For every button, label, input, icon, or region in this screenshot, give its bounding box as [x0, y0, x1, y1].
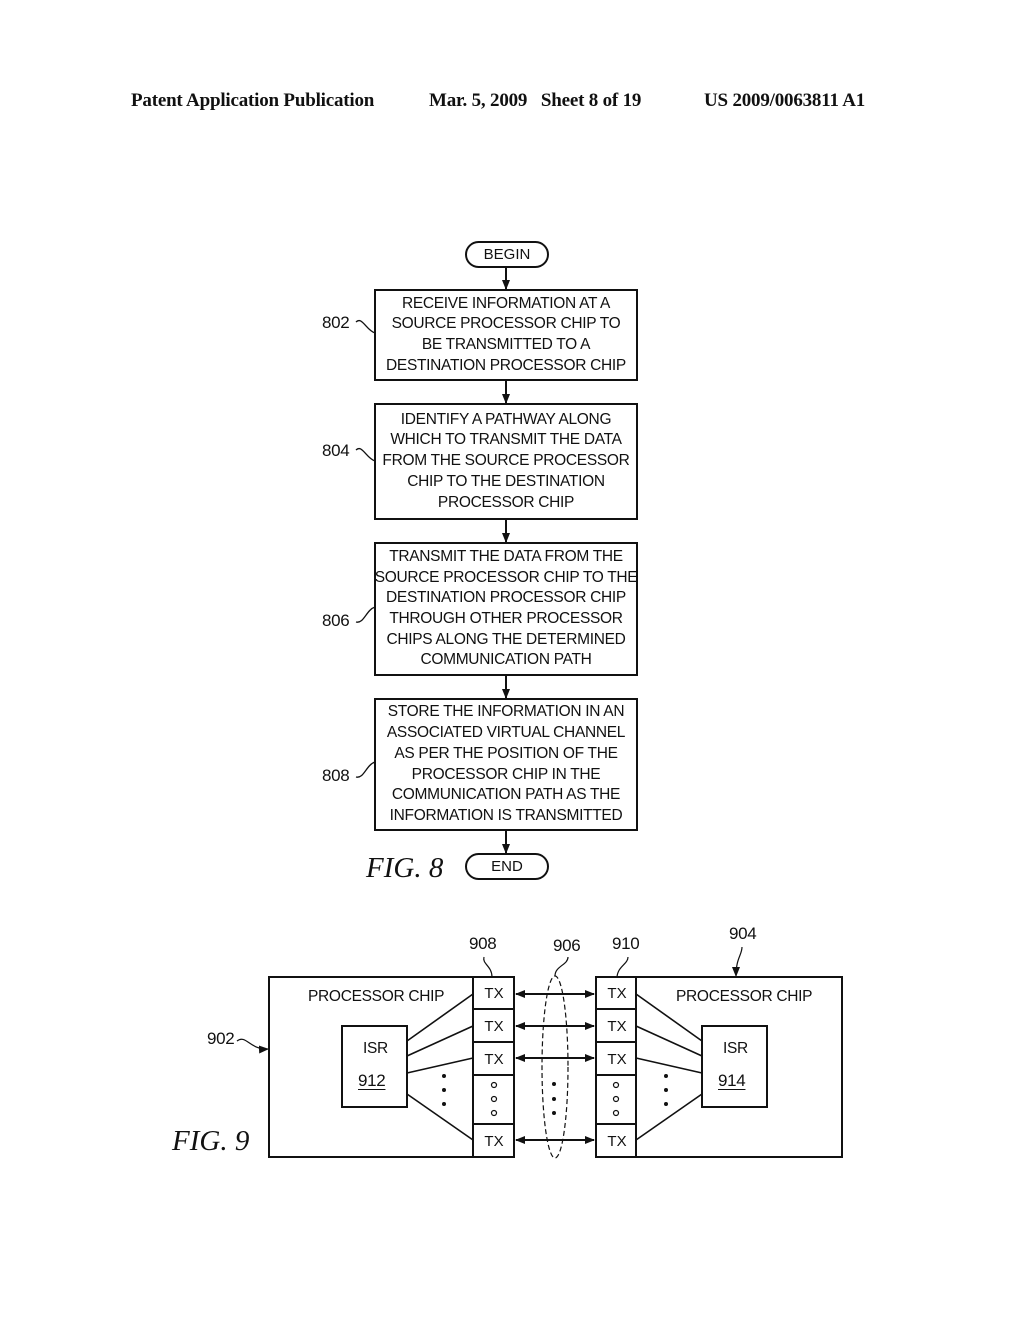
step-line: COMMUNICATION PATH AS THE	[391, 786, 621, 804]
leader-902	[236, 1038, 269, 1054]
leader-804	[355, 447, 376, 462]
left-isr-box	[341, 1025, 408, 1108]
ref-902: 902	[207, 1029, 235, 1048]
ref-910: 910	[612, 934, 640, 953]
step-line: WHICH TO TRANSMIT THE DATA	[390, 431, 622, 449]
leader-910	[616, 956, 629, 978]
step-line: THROUGH OTHER PROCESSOR	[389, 610, 623, 627]
step-802-box: RECEIVE INFORMATION AT A SOURCE PROCESSO…	[374, 289, 638, 381]
ref-804: 804	[322, 441, 350, 460]
left-isr-label: ISR	[363, 1040, 388, 1057]
step-line: PROCESSOR CHIP IN THE	[411, 765, 601, 783]
fig8-caption: FIG. 8	[366, 852, 444, 884]
left-tx-1: TX	[484, 984, 504, 1002]
step-line: ASSOCIATED VIRTUAL CHANNEL	[386, 724, 626, 742]
right-isr-label: ISR	[723, 1040, 748, 1057]
right-isr-box	[701, 1025, 768, 1108]
right-tx-3: TX	[607, 1050, 627, 1068]
right-tx-2: TX	[607, 1017, 627, 1035]
step-line: AS PER THE POSITION OF THE	[394, 744, 618, 762]
step-line: TRANSMIT THE DATA FROM THE	[389, 547, 623, 565]
right-chip-label: PROCESSOR CHIP	[676, 988, 813, 1005]
link-group-ellipse	[541, 975, 569, 1159]
step-808-box: STORE THE INFORMATION IN AN ASSOCIATED V…	[374, 698, 638, 831]
leader-908	[483, 956, 493, 978]
fig9-caption: FIG. 9	[172, 1125, 250, 1157]
end-terminal: END	[465, 853, 549, 880]
ref-806: 806	[322, 611, 350, 630]
leader-808	[355, 761, 376, 778]
ref-904: 904	[729, 924, 757, 943]
step-line: DESTINATION PROCESSOR CHIP	[386, 589, 626, 607]
left-chip-label: PROCESSOR CHIP	[308, 988, 445, 1005]
left-isr-ref: 912	[358, 1071, 386, 1090]
right-tx-1: TX	[607, 984, 627, 1002]
step-line: SOURCE PROCESSOR CHIP TO	[391, 315, 621, 333]
step-line: RECEIVE INFORMATION AT A	[401, 294, 611, 312]
ref-808: 808	[322, 766, 350, 785]
leader-904	[732, 946, 743, 977]
step-line: CHIP TO THE DESTINATION	[407, 472, 605, 490]
left-tx-n: TX	[484, 1132, 504, 1150]
step-804-box: IDENTIFY A PATHWAY ALONG WHICH TO TRANSM…	[374, 403, 638, 520]
left-tx-2: TX	[484, 1017, 504, 1035]
step-806-box: TRANSMIT THE DATA FROM THE SOURCE PROCES…	[374, 542, 638, 676]
step-line: BE TRANSMITTED TO A	[421, 336, 591, 353]
leader-802	[355, 319, 376, 334]
right-isr-ref: 914	[718, 1071, 746, 1090]
step-line: COMMUNICATION PATH	[420, 651, 592, 669]
leader-906	[554, 956, 569, 977]
step-line: DESTINATION PROCESSOR CHIP	[386, 356, 626, 374]
step-line: IDENTIFY A PATHWAY ALONG	[400, 410, 612, 428]
step-line: INFORMATION IS TRANSMITTED	[389, 806, 623, 824]
right-tx-n: TX	[607, 1132, 627, 1150]
ref-906: 906	[553, 936, 581, 955]
step-line: SOURCE PROCESSOR CHIP TO THE	[374, 568, 638, 586]
left-tx-3: TX	[484, 1050, 504, 1068]
leader-806	[355, 606, 376, 623]
step-line: STORE THE INFORMATION IN AN	[387, 703, 625, 721]
ref-802: 802	[322, 313, 350, 332]
step-line: FROM THE SOURCE PROCESSOR	[382, 452, 630, 470]
step-line: PROCESSOR CHIP	[437, 493, 575, 511]
ref-908: 908	[469, 934, 497, 953]
begin-terminal: BEGIN	[465, 241, 549, 268]
step-line: CHIPS ALONG THE DETERMINED	[386, 630, 626, 648]
